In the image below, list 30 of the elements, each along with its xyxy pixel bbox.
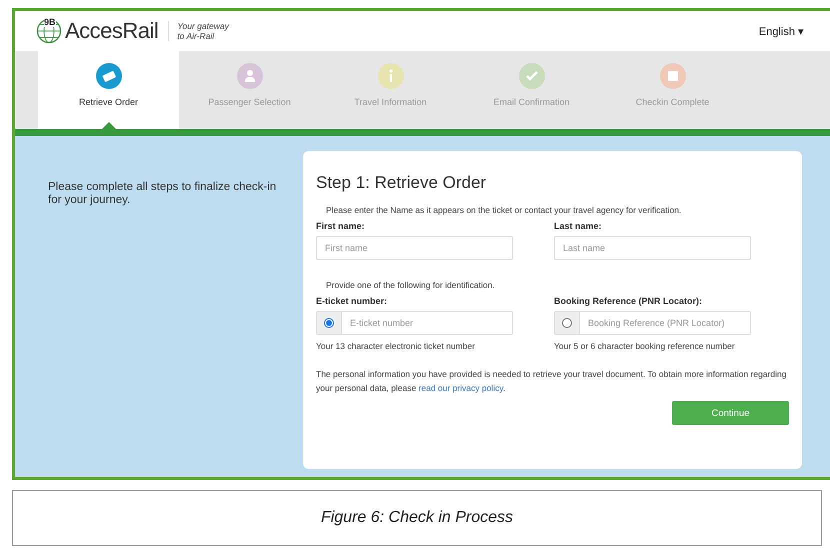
intro-text: Please complete all steps to finalize check-in for your journey. <box>48 181 278 208</box>
name-field[interactable]: First name <box>316 236 513 260</box>
continue-button[interactable]: Continue <box>672 401 789 425</box>
privacy-link[interactable]: read our privacy policy <box>418 383 503 393</box>
name-field[interactable]: Last name <box>554 236 751 260</box>
field-label: Booking Reference (PNR Locator): <box>554 296 704 306</box>
field-label: Last name: <box>554 221 603 231</box>
id-field[interactable]: Booking Reference (PNR Locator) <box>554 311 751 335</box>
instruction-text: Please enter the Name as it appears on the ticket or contact your travel agency for verification. <box>326 205 682 215</box>
step-tab[interactable]: Passenger Selection <box>179 51 320 129</box>
tagline: to Air-Rail <box>177 31 216 41</box>
help-text: Your 5 or 6 character booking reference number <box>554 341 736 351</box>
field-label: First name: <box>316 221 366 231</box>
step-tab[interactable]: Checkin Complete <box>602 51 743 129</box>
language-menu[interactable]: English ▾ <box>758 24 804 38</box>
radio-button[interactable] <box>562 318 572 328</box>
step-tab[interactable]: Email Confirmation <box>461 51 602 129</box>
id-field[interactable]: E-ticket number <box>316 311 513 335</box>
field-label: E-ticket number: <box>316 296 388 306</box>
step-tab[interactable]: Travel Information <box>320 51 461 129</box>
logo-text: AccesRail <box>65 18 158 44</box>
tagline: Your gateway <box>177 21 229 31</box>
radio-button[interactable] <box>324 318 334 328</box>
instruction-text: Provide one of the following for identification. <box>326 280 496 290</box>
help-text: Your 13 character electronic ticket number <box>316 341 476 351</box>
privacy-text: The personal information you have provided is needed to retrieve your travel document. To obtain more information regarding your personal data, please read our privacy policy. <box>316 368 788 395</box>
logo-mark: 9B <box>44 18 56 27</box>
form-title: Step 1: Retrieve Order <box>316 173 488 193</box>
step-tab[interactable]: Retrieve Order <box>38 51 179 129</box>
figure-caption: Figure 6: Check in Process <box>320 509 514 527</box>
